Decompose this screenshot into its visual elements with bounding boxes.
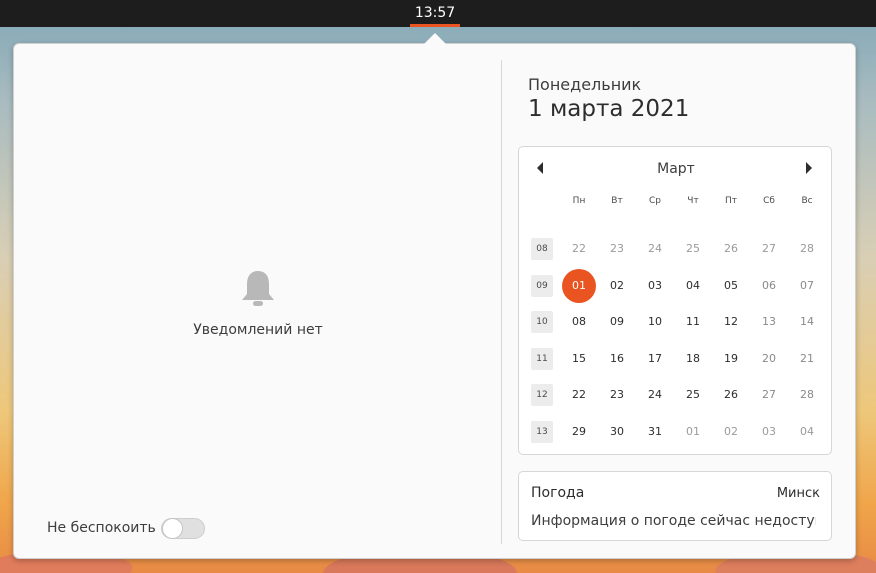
calendar-day[interactable]: 27 [752, 232, 786, 266]
weekday-header: Вт [611, 196, 623, 206]
calendar-day[interactable]: 22 [562, 232, 596, 266]
week-number[interactable]: 13 [531, 421, 553, 443]
calendar-day[interactable]: 15 [562, 342, 596, 376]
weekday-header: Пн [572, 196, 586, 206]
bell-icon [239, 268, 277, 308]
do-not-disturb-label: Не беспокоить [47, 520, 156, 536]
previous-month-icon[interactable] [537, 162, 543, 174]
weather-city: Минск [776, 486, 820, 501]
weather-title: Погода [531, 485, 585, 501]
calendar-day[interactable]: 19 [714, 342, 748, 376]
calendar-day[interactable]: 24 [638, 232, 672, 266]
calendar-day[interactable]: 02 [600, 269, 634, 303]
calendar-day[interactable]: 12 [714, 305, 748, 339]
weather-card[interactable]: Погода Минск Информация о погоде сейчас … [518, 471, 832, 541]
calendar-day[interactable]: 28 [790, 232, 824, 266]
calendar-day[interactable]: 02 [714, 415, 748, 449]
calendar-day[interactable]: 17 [638, 342, 672, 376]
calendar-day[interactable]: 30 [600, 415, 634, 449]
calendar-day[interactable]: 28 [790, 378, 824, 412]
calendar-day[interactable]: 10 [638, 305, 672, 339]
weekday-header: Ср [649, 196, 661, 206]
weekday-header: Вс [801, 196, 813, 206]
calendar-day[interactable]: 29 [562, 415, 596, 449]
calendar-day[interactable]: 08 [562, 305, 596, 339]
weekday-header: Чт [687, 196, 699, 206]
calendar-day[interactable]: 09 [600, 305, 634, 339]
calendar-day[interactable]: 18 [676, 342, 710, 376]
week-number[interactable]: 12 [531, 384, 553, 407]
calendar-day[interactable]: 13 [752, 305, 786, 339]
toggle-knob [162, 518, 183, 539]
calendar-day[interactable]: 03 [638, 269, 672, 303]
week-number[interactable]: 08 [531, 238, 553, 260]
calendar-day[interactable]: 22 [562, 378, 596, 412]
pane-divider [501, 60, 502, 544]
week-number[interactable]: 09 [531, 274, 553, 297]
date-menu-popover: Уведомлений нет Не беспокоить Понедельни… [13, 43, 856, 559]
calendar-day[interactable]: 07 [790, 269, 824, 303]
calendar-day[interactable]: 20 [752, 342, 786, 376]
calendar-day[interactable]: 21 [790, 342, 824, 376]
clock-button[interactable]: 13:57 [410, 0, 460, 27]
do-not-disturb-toggle[interactable] [161, 518, 205, 539]
weather-status: Информация о погоде сейчас недоступ... [531, 513, 816, 529]
calendar-day[interactable]: 26 [714, 378, 748, 412]
calendar-day[interactable]: 05 [714, 269, 748, 303]
weekday-label[interactable]: Понедельник [528, 75, 641, 94]
calendar-day[interactable]: 25 [676, 232, 710, 266]
calendar-day[interactable]: 31 [638, 415, 672, 449]
calendar-day[interactable]: 14 [790, 305, 824, 339]
next-month-icon[interactable] [806, 162, 812, 174]
calendar-day[interactable]: 26 [714, 232, 748, 266]
empty-notifications-label: Уведомлений нет [193, 322, 323, 338]
week-number[interactable]: 10 [531, 311, 553, 334]
calendar-day[interactable]: 11 [676, 305, 710, 339]
top-bar: 13:57 [0, 0, 876, 27]
calendar-day[interactable]: 06 [752, 269, 786, 303]
calendar-day[interactable]: 01 [676, 415, 710, 449]
calendar-day[interactable]: 25 [676, 378, 710, 412]
calendar: Март Пн Вт Ср Чт Пт Сб Вс 08 22 23 24 25 26 27… [518, 146, 832, 455]
calendar-day[interactable]: 27 [752, 378, 786, 412]
calendar-day[interactable]: 23 [600, 232, 634, 266]
full-date-label[interactable]: 1 марта 2021 [528, 96, 689, 122]
calendar-day[interactable]: 23 [600, 378, 634, 412]
calendar-day-today[interactable]: 01 [562, 268, 596, 303]
weekday-header: Пт [724, 196, 737, 206]
calendar-day[interactable]: 03 [752, 415, 786, 449]
week-number[interactable]: 11 [531, 347, 553, 370]
calendar-day[interactable]: 04 [676, 269, 710, 303]
calendar-day[interactable]: 16 [600, 342, 634, 376]
popover-arrow [424, 33, 446, 44]
weekday-header: Сб [763, 196, 775, 206]
calendar-month-label: Март [657, 161, 695, 177]
clock-active-indicator [410, 24, 460, 27]
calendar-day[interactable]: 04 [790, 415, 824, 449]
calendar-day[interactable]: 24 [638, 378, 672, 412]
